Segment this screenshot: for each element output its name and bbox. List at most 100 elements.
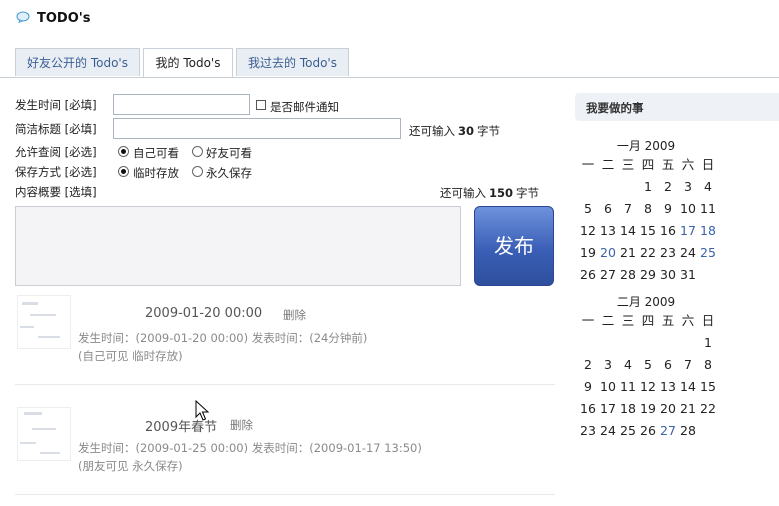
calendar-day: 2 (584, 357, 592, 372)
calendar-empty-cell (618, 332, 638, 354)
calendar-weekday: 四 (641, 157, 655, 172)
content-remaining-pre: 还可输入 (440, 186, 486, 200)
calendar-empty-cell (598, 332, 618, 354)
avatar (18, 408, 70, 460)
calendar-day: 2 (664, 179, 672, 194)
calendar-weekday: 五 (661, 313, 675, 328)
calendar-day: 29 (640, 267, 656, 282)
title-remaining-pre: 还可输入 (409, 124, 455, 138)
calendar-month-title: 二月 2009 (616, 295, 676, 309)
calendar-day: 13 (660, 379, 676, 394)
calendar-day: 6 (604, 201, 612, 216)
calendar-empty-cell (578, 332, 598, 354)
calendar-day: 5 (584, 201, 592, 216)
entry-delete-link[interactable]: 删除 (230, 417, 253, 433)
content-remaining-count: 150 (489, 186, 514, 200)
calendar-day: 21 (680, 401, 696, 416)
calendar-weekday: 三 (621, 313, 635, 328)
tab-friends-todos[interactable]: 好友公开的 Todo's (15, 48, 140, 76)
calendar-day: 12 (580, 223, 596, 238)
calendar-february: 一二三四五六日 1 2 3 4 5 6 7 8 9 10 11 12 13 14 15 16 17 18 19 20 21… (578, 310, 718, 442)
calendar-empty-cell (598, 176, 618, 198)
calendar-day-link[interactable]: 25 (698, 242, 718, 264)
calendar-day-link[interactable]: 17 (678, 220, 698, 242)
calendar-day-link[interactable]: 20 (598, 242, 618, 264)
calendar-day: 12 (640, 379, 656, 394)
visibility-label: 允许查阅 [必选] (15, 145, 97, 159)
calendar-day: 30 (660, 267, 676, 282)
calendar-day: 14 (680, 379, 696, 394)
calendar-day: 17 (600, 401, 616, 416)
content-textarea[interactable] (15, 206, 461, 286)
calendar-weekday: 二 (601, 313, 615, 328)
calendar-day: 10 (680, 201, 696, 216)
calendar-day: 25 (620, 423, 636, 438)
calendar-day: 16 (660, 223, 676, 238)
entry-delete-link[interactable]: 删除 (283, 307, 306, 323)
tab-past-todos[interactable]: 我过去的 Todo's (236, 48, 349, 76)
entry-separator (15, 384, 555, 385)
entry-status: (自己可见 临时存放) (78, 349, 183, 363)
calendar-weekday: 日 (701, 157, 715, 172)
calendar-day: 20 (660, 401, 676, 416)
calendar-day: 4 (704, 179, 712, 194)
calendar-weekday: 日 (701, 313, 715, 328)
storage-forever-radio[interactable] (192, 166, 203, 177)
visibility-self-radio[interactable] (118, 146, 129, 157)
title-remaining-post: 字节 (477, 124, 501, 138)
calendar-day: 21 (620, 245, 636, 260)
calendar-day: 8 (644, 201, 652, 216)
email-notify-checkbox[interactable] (256, 100, 266, 110)
calendar-day: 6 (664, 357, 672, 372)
calendar-day: 31 (680, 267, 696, 282)
visibility-friends-label: 好友可看 (206, 146, 252, 160)
calendar-month-title: 一月 2009 (616, 139, 676, 153)
calendar-day: 5 (644, 357, 652, 372)
calendar-day: 23 (580, 423, 596, 438)
calendar-day: 27 (600, 267, 616, 282)
calendar-empty-cell (658, 332, 678, 354)
entry-meta: 发生时间：(2009-01-25 00:00) 发表时间：(2009-01-17… (78, 441, 422, 455)
calendar-day: 11 (620, 379, 636, 394)
calendar-weekday: 二 (601, 157, 615, 172)
calendar-day: 9 (664, 201, 672, 216)
title-remaining: 还可输入 30 字节 (409, 123, 500, 139)
calendar-day: 18 (620, 401, 636, 416)
calendar-day: 28 (620, 267, 636, 282)
tab-my-todos[interactable]: 我的 Todo's (143, 48, 233, 78)
visibility-friends-radio[interactable] (192, 146, 203, 157)
publish-button[interactable]: 发布 (474, 206, 554, 286)
calendar-day: 1 (704, 335, 712, 350)
sidebar-title: 我要做的事 (586, 101, 644, 115)
calendar-day: 28 (680, 423, 696, 438)
time-input[interactable] (113, 94, 250, 115)
calendar-day: 11 (700, 201, 716, 216)
calendar-day-link[interactable]: 27 (658, 420, 678, 442)
calendar-day: 9 (584, 379, 592, 394)
content-label: 内容概要 [选填] (15, 185, 97, 199)
calendar-day-link[interactable]: 18 (698, 220, 718, 242)
calendar-weekday: 四 (641, 313, 655, 328)
calendar-january: 一二三四五六日 1 2 3 4 5 6 7 8 9 10 11 12 13 14 15 16 17 18 19 20 21… (578, 154, 718, 286)
calendar-day: 16 (580, 401, 596, 416)
calendar-weekday: 五 (661, 157, 675, 172)
title-input[interactable] (113, 118, 401, 139)
content-remaining: 还可输入 150 字节 (440, 185, 539, 201)
time-label: 发生时间 [必填] (15, 98, 97, 112)
calendar-day: 10 (600, 379, 616, 394)
tab-divider (0, 77, 779, 78)
content-remaining-post: 字节 (516, 186, 540, 200)
calendar-day: 19 (580, 245, 596, 260)
calendar-empty-cell (578, 176, 598, 198)
calendar-day: 24 (600, 423, 616, 438)
calendar-day: 23 (660, 245, 676, 260)
storage-temp-radio[interactable] (118, 166, 129, 177)
calendar-empty-cell (618, 176, 638, 198)
calendar-weekday: 一 (581, 313, 595, 328)
calendar-weekday: 六 (681, 157, 695, 172)
entry-title[interactable]: 2009-01-20 00:00 (145, 306, 262, 321)
calendar-day: 19 (640, 401, 656, 416)
entry-separator (15, 494, 555, 495)
page-title: TODO's (37, 11, 91, 26)
calendar-day: 15 (700, 379, 716, 394)
